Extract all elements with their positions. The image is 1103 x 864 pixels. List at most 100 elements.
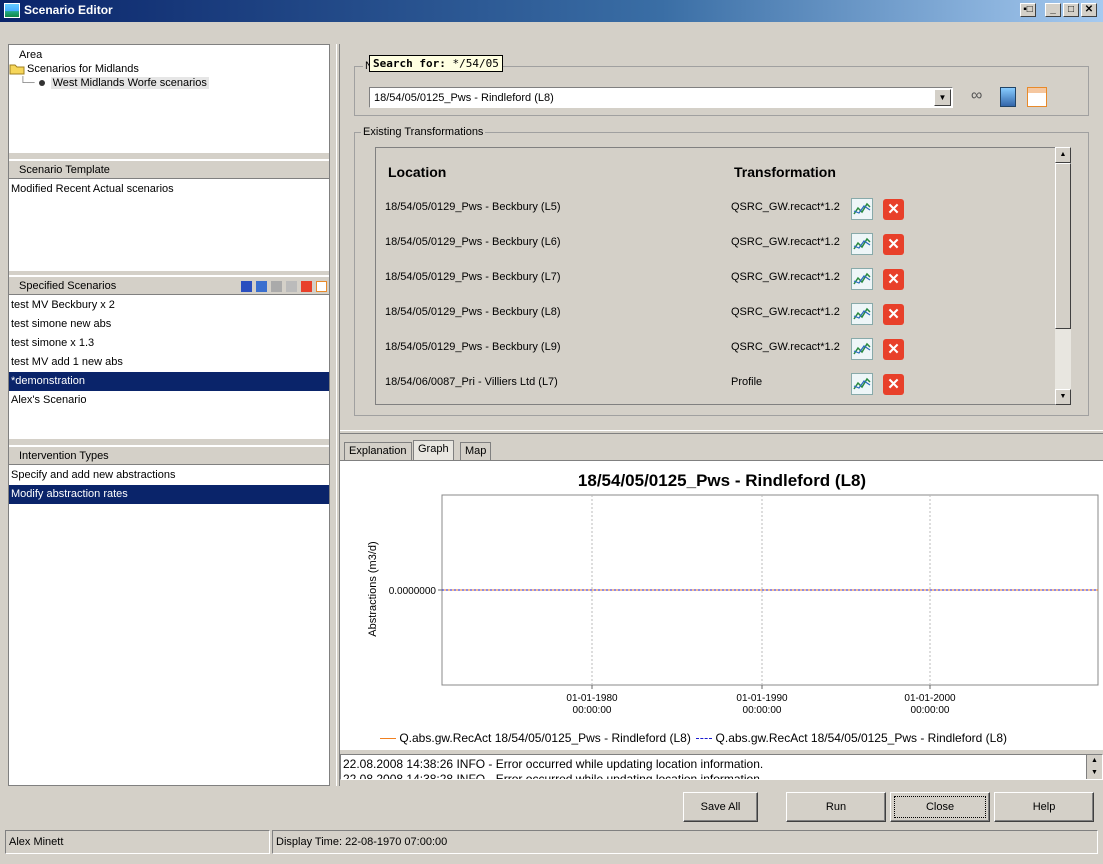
delete-transformation-icon[interactable]: ✕ (883, 199, 904, 220)
tree-root[interactable]: Scenarios for Midlands (9, 61, 329, 75)
help-button[interactable]: Help (994, 792, 1094, 822)
search-tooltip-label: Search for: (373, 57, 446, 70)
transformation-row[interactable]: 18/54/05/0129_Pws - Beckbury (L6) QSRC_GW… (385, 230, 925, 255)
x-tick-label: 00:00:00 (743, 705, 782, 716)
delete-transformation-icon[interactable]: ✕ (883, 339, 904, 360)
close-window-button[interactable]: ✕ (1081, 3, 1097, 17)
row-location: 18/54/05/0129_Pws - Beckbury (L6) (385, 236, 561, 248)
specified-list: test MV Beckbury x 2 test simone new abs… (9, 295, 329, 439)
status-user: Alex Minett (5, 830, 270, 854)
calculator-icon[interactable] (1000, 87, 1016, 107)
tab-map[interactable]: Map (460, 442, 492, 460)
transformation-row[interactable]: 18/54/05/0129_Pws - Beckbury (L7) QSRC_GW… (385, 265, 925, 290)
transformation-row[interactable]: 18/54/05/0129_Pws - Beckbury (L8) QSRC_GW… (385, 300, 925, 325)
transformations-scrollbar[interactable]: ▲ ▼ (1055, 147, 1071, 405)
delete-transformation-icon[interactable]: ✕ (883, 374, 904, 395)
y-axis-label: Abstractions (m3/d) (367, 541, 379, 636)
x-tick-label: 00:00:00 (573, 705, 612, 716)
transformation-row[interactable]: 18/54/05/0129_Pws - Beckbury (L5) QSRC_GW… (385, 195, 925, 220)
tab-graph[interactable]: Graph (413, 440, 454, 460)
app-icon (4, 3, 20, 18)
tree-child[interactable]: └─ West Midlands Worfe scenarios (9, 75, 329, 89)
row-transformation: QSRC_GW.recact*1.2 (731, 306, 840, 318)
intervention-header: Intervention Types (9, 445, 329, 465)
x-tick-label: 00:00:00 (911, 705, 950, 716)
template-panel: Scenario Template Modified Recent Actual… (9, 159, 329, 271)
row-transformation: Profile (731, 376, 763, 388)
abstraction-chart: 18/54/05/0125_Pws - Rindleford (L8) Abst… (367, 471, 1099, 716)
horizontal-splitter[interactable] (340, 430, 1103, 434)
system-menu-button[interactable]: ▪□ (1020, 3, 1036, 17)
save-as-icon[interactable] (255, 280, 267, 292)
intervention-panel: Intervention Types Specify and add new a… (9, 445, 329, 785)
scenario-item[interactable]: test MV Beckbury x 2 (9, 296, 329, 315)
row-transformation: QSRC_GW.recact*1.2 (731, 201, 840, 213)
scroll-down-icon[interactable]: ▼ (1055, 389, 1071, 405)
log-panel: 22.08.2008 14:38:26 INFO - Error occurre… (340, 754, 1103, 780)
delete-transformation-icon[interactable]: ✕ (883, 234, 904, 255)
row-transformation: QSRC_GW.recact*1.2 (731, 236, 840, 248)
edit-graph-icon[interactable] (851, 268, 873, 290)
window-title: Scenario Editor (24, 3, 113, 17)
delete-transformation-icon[interactable]: ✕ (883, 269, 904, 290)
scenario-toolbar (240, 280, 327, 292)
location-group: N Search for: */54/05 18/54/05/0125_Pws … (354, 55, 1089, 116)
row-location: 18/54/06/0087_Pri - Villiers Ltd (L7) (385, 376, 558, 388)
row-transformation: QSRC_GW.recact*1.2 (731, 271, 840, 283)
new-icon[interactable] (316, 280, 327, 292)
edit-graph-icon[interactable] (851, 198, 873, 220)
location-combobox[interactable]: 18/54/05/0125_Pws - Rindleford (L8) ▼ (369, 87, 953, 108)
scenario-item[interactable]: test MV add 1 new abs (9, 353, 329, 372)
location-combobox-value: 18/54/05/0125_Pws - Rindleford (L8) (374, 92, 554, 104)
search-tooltip: Search for: */54/05 (369, 55, 503, 72)
intervention-item[interactable]: Specify and add new abstractions (9, 466, 329, 485)
log-scrollbar[interactable]: ▲ ▼ (1086, 755, 1102, 779)
close-button[interactable]: Close (890, 792, 990, 822)
edit-graph-icon[interactable] (851, 233, 873, 255)
template-item[interactable]: Modified Recent Actual scenarios (9, 180, 329, 199)
transformation-row[interactable]: 18/54/06/0087_Pri - Villiers Ltd (L7) Pro… (385, 370, 925, 395)
delete-icon[interactable] (300, 280, 312, 292)
log-line: 22.08.2008 14:38:26 INFO - Error occurre… (343, 757, 764, 771)
row-transformation: QSRC_GW.recact*1.2 (731, 341, 840, 353)
template-list: Modified Recent Actual scenarios (9, 179, 329, 271)
specified-panel: Specified Scenarios test MV Beckbury x 2… (9, 275, 329, 439)
minimize-button[interactable]: _ (1045, 3, 1061, 17)
chart-title: 18/54/05/0125_Pws - Rindleford (L8) (578, 471, 866, 490)
table-icon[interactable] (1027, 87, 1047, 107)
transformation-row[interactable]: 18/54/05/0129_Pws - Beckbury (L9) QSRC_GW… (385, 335, 925, 360)
specified-header: Specified Scenarios (9, 275, 329, 295)
edit-graph-icon[interactable] (851, 303, 873, 325)
scenario-item[interactable]: test simone x 1.3 (9, 334, 329, 353)
save-all-button[interactable]: Save All (683, 792, 758, 822)
scroll-up-icon[interactable]: ▲ (1055, 147, 1071, 163)
title-bar: Scenario Editor ▪□ _ □ ✕ (0, 0, 1103, 22)
search-tooltip-value: */54/05 (452, 57, 499, 70)
tab-explanation[interactable]: Explanation (344, 442, 412, 460)
left-panel: Area Scenarios for Midlands └─ West Midl… (8, 44, 330, 786)
paste-icon[interactable] (285, 280, 297, 292)
save-icon[interactable] (240, 280, 252, 292)
tree-root-label: Scenarios for Midlands (27, 62, 139, 75)
delete-transformation-icon[interactable]: ✕ (883, 304, 904, 325)
display-time-value: 22-08-1970 07:00:00 (345, 836, 448, 848)
scroll-thumb[interactable] (1055, 163, 1071, 329)
x-tick-label: 01-01-2000 (904, 693, 956, 704)
log-line: 22.08.2008 14:38:28 INFO - Error occurre… (343, 772, 764, 780)
chevron-down-icon[interactable]: ▼ (934, 89, 951, 106)
scenario-item[interactable]: Alex's Scenario (9, 391, 329, 410)
scenario-item-selected[interactable]: *demonstration (9, 372, 329, 391)
run-button[interactable]: Run (786, 792, 886, 822)
row-location: 18/54/05/0129_Pws - Beckbury (L9) (385, 341, 561, 353)
tree-child-label: West Midlands Worfe scenarios (50, 77, 209, 89)
scenario-item[interactable]: test simone new abs (9, 315, 329, 334)
copy-icon[interactable] (270, 280, 282, 292)
intervention-item-selected[interactable]: Modify abstraction rates (9, 485, 329, 504)
edit-graph-icon[interactable] (851, 373, 873, 395)
bullet-icon (38, 80, 45, 86)
row-location: 18/54/05/0129_Pws - Beckbury (L5) (385, 201, 561, 213)
maximize-button[interactable]: □ (1063, 3, 1079, 17)
edit-graph-icon[interactable] (851, 338, 873, 360)
binoculars-icon[interactable]: ∞ (971, 87, 982, 105)
graph-panel: 18/54/05/0125_Pws - Rindleford (L8) Abst… (340, 460, 1103, 750)
